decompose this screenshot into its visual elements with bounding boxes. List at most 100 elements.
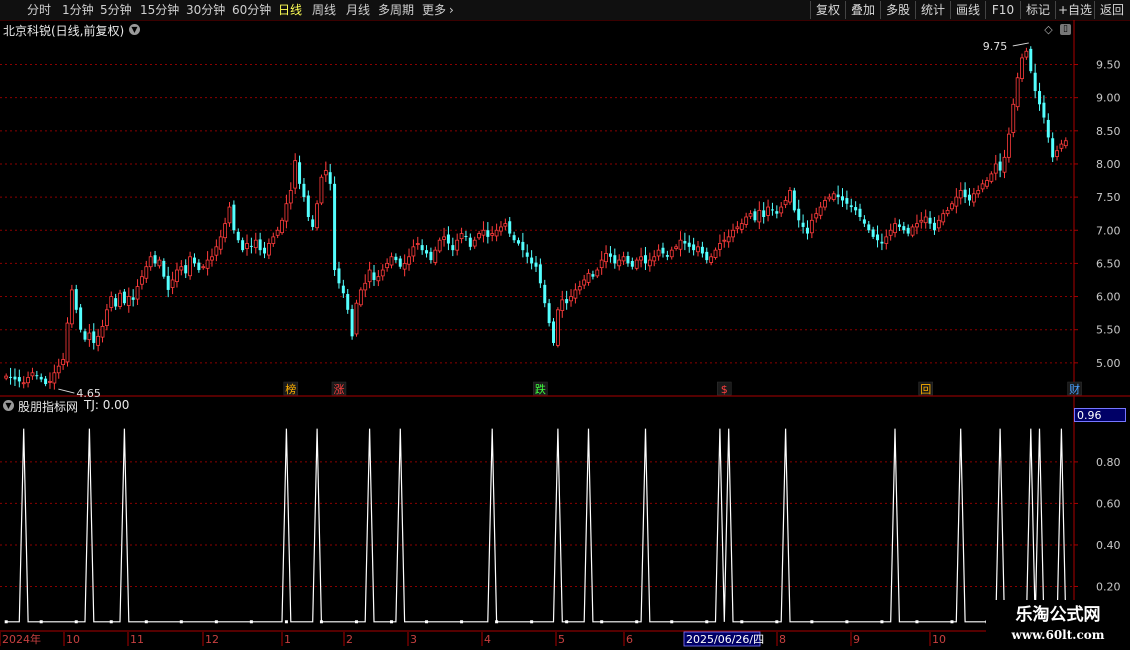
tj-baseline-dot (530, 620, 534, 624)
candle-body (407, 256, 411, 265)
candle-body (621, 256, 626, 262)
price-tick-label: 5.50 (1096, 324, 1121, 337)
candle-body (709, 256, 714, 263)
candle-body (451, 245, 455, 251)
candle-body (21, 382, 26, 385)
candle-body (486, 230, 490, 237)
tj-baseline-dot (319, 620, 323, 624)
candle-body (74, 289, 78, 310)
candle-body (1051, 138, 1055, 158)
candle-body (140, 276, 144, 285)
event-marker: 榜 (285, 382, 296, 396)
candle-body (871, 229, 875, 237)
candle-body (801, 222, 805, 227)
candle-body (1015, 77, 1020, 108)
candle-body (232, 204, 236, 231)
candle-body (936, 219, 941, 229)
candle-body (630, 261, 634, 267)
candle-body (44, 378, 48, 385)
tj-baseline-dot (740, 620, 744, 624)
indicator-tick-label: 0.80 (1096, 456, 1121, 469)
indicator-title[interactable]: 股朋指标网 (18, 398, 78, 415)
indicator-tick-label: 0.20 (1096, 580, 1121, 593)
candle-body (530, 257, 534, 264)
tj-baseline-dot (249, 620, 253, 624)
candle-body (976, 190, 981, 195)
date-axis-label: 2024年 (2, 632, 41, 646)
tj-baseline-dot (775, 620, 779, 624)
candle-body (306, 195, 310, 217)
candle-body (862, 219, 866, 224)
candle-body (915, 223, 919, 228)
candle-body (858, 208, 862, 217)
tj-baseline-dot (565, 620, 569, 624)
tj-baseline-dot (460, 620, 464, 624)
price-tick-label: 6.00 (1096, 291, 1121, 304)
candle-body (599, 259, 604, 269)
candle-body (52, 372, 57, 384)
chevron-down-icon[interactable]: ▼ (129, 24, 140, 35)
candle-body (385, 263, 390, 269)
watermark-url: www.60lt.com (1011, 628, 1105, 642)
candle-body (656, 249, 661, 257)
candle-body (718, 243, 722, 250)
high-price-label: 9.75 (983, 40, 1008, 53)
candle-body (69, 289, 74, 325)
candle-body (608, 253, 612, 257)
candle-body (100, 325, 105, 338)
candle-body (841, 196, 845, 201)
candle-body (494, 229, 499, 237)
candle-body (341, 285, 345, 294)
candle-body (184, 265, 188, 274)
diamond-icon[interactable]: ◇ (1043, 24, 1054, 35)
date-axis-label: 9 (853, 633, 860, 646)
event-marker: 财 (1069, 382, 1080, 396)
candle-body (757, 209, 762, 223)
candle-body (792, 190, 796, 211)
candle-body (569, 296, 573, 302)
candle-body (126, 296, 131, 306)
candle-body (884, 236, 889, 244)
candle-body (538, 264, 542, 284)
candle-body (1011, 103, 1016, 133)
candle-body (998, 161, 1002, 171)
candle-body (249, 245, 253, 247)
candle-body (104, 309, 109, 326)
candle-body (880, 241, 884, 244)
candle-body (560, 299, 565, 312)
candle-body (459, 233, 464, 240)
candle-body (175, 269, 179, 282)
candle-body (941, 213, 946, 223)
candle-body (328, 172, 332, 184)
candle-body (665, 255, 669, 257)
candle-body (79, 307, 83, 330)
candle-body (166, 275, 170, 290)
candle-body (30, 372, 35, 377)
candle-body (683, 240, 687, 244)
candle-body (1063, 140, 1068, 147)
candle-body (906, 227, 910, 234)
candle-body (13, 376, 17, 380)
tj-baseline-dot (284, 620, 288, 624)
candle-body (1038, 91, 1042, 105)
candle-body (543, 284, 547, 304)
candle-body (1059, 143, 1064, 149)
kline-chart[interactable]: 5.00 5.50 6.00 6.50 7.00 7.50 8.00 8.50 9.00 9.50… (0, 0, 1130, 650)
stock-title: 北京科锐(日线,前复权) (3, 24, 125, 38)
candle-body (358, 289, 363, 306)
candle-body (311, 219, 315, 227)
panel-toggle-icon[interactable]: ▯ (1060, 24, 1071, 35)
candle-body (805, 227, 809, 234)
candle-body (823, 200, 827, 208)
candle-body (669, 249, 674, 258)
candle-body (893, 223, 897, 234)
candle-body (455, 239, 460, 251)
candle-body (726, 236, 731, 243)
candle-body (958, 190, 963, 199)
date-axis-label: 11 (130, 633, 144, 646)
candle-body (626, 255, 630, 264)
candle-body (442, 236, 446, 240)
tj-baseline-dot (880, 620, 884, 624)
candle-body (678, 239, 683, 250)
indicator-menu-icon[interactable]: ▼ (3, 400, 14, 411)
